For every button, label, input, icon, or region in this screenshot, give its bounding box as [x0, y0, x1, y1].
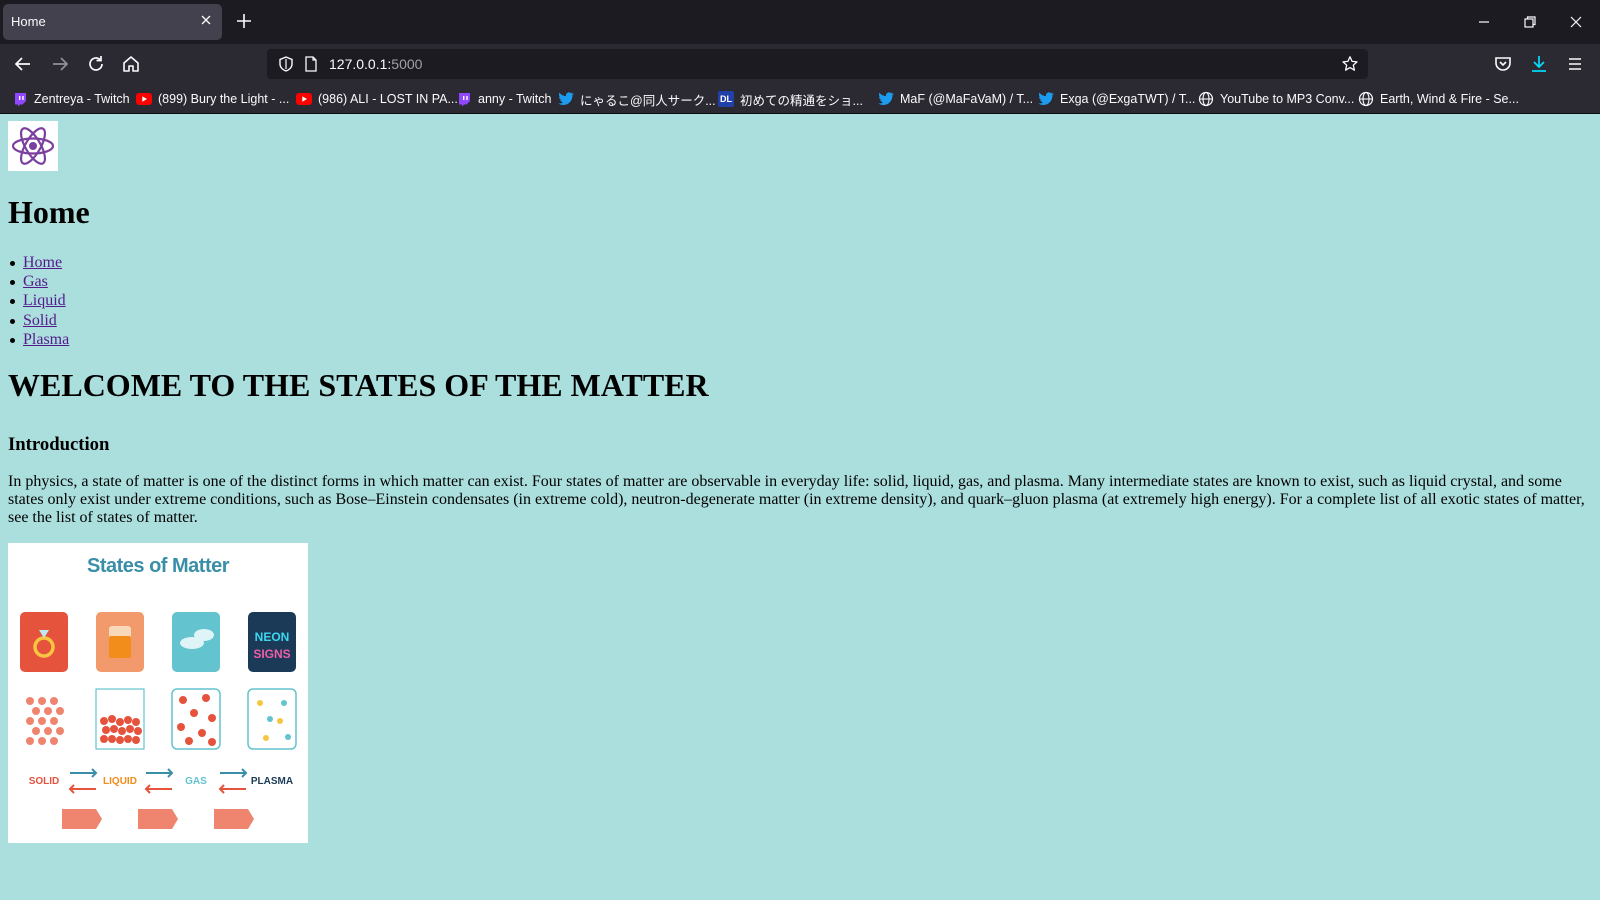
twitter-icon — [1038, 91, 1054, 107]
navigation-toolbar: 127.0.0.1:5000 — [0, 44, 1600, 84]
tab-bar: Home — [0, 0, 1600, 44]
twitter-icon — [878, 91, 894, 107]
page-content: Home Home Gas Liquid Solid Plasma WELCOM… — [0, 113, 1600, 900]
minimize-icon[interactable] — [1474, 12, 1494, 32]
address-bar[interactable]: 127.0.0.1:5000 — [267, 49, 1368, 79]
nav-link-gas[interactable]: Gas — [23, 273, 48, 290]
bookmark-item[interactable]: DL 初めての精通をショ... — [718, 90, 863, 108]
label-gas: GAS — [185, 776, 207, 787]
bookmark-label: Earth, Wind & Fire - Se... — [1380, 92, 1519, 106]
bookmark-item[interactable]: (899) Bury the Light - ... — [136, 90, 289, 108]
welcome-heading: WELCOME TO THE STATES OF THE MATTER — [8, 367, 709, 403]
pocket-icon[interactable] — [1492, 53, 1514, 75]
twitch-icon — [12, 91, 28, 107]
states-illustration: NEON SIGNS SOLID LIQUID GAS PLASMA — [20, 612, 297, 829]
nav-item-gas: Gas — [8, 272, 69, 291]
page-icon — [302, 55, 320, 73]
nav-item-home: Home — [8, 253, 69, 272]
bookmark-label: YouTube to MP3 Conv... — [1220, 92, 1355, 106]
bookmarks-toolbar: Zentreya - Twitch (899) Bury the Light -… — [0, 84, 1600, 114]
globe-icon — [1198, 91, 1214, 107]
url-host: 127.0.0.1: — [329, 56, 392, 72]
intro-heading: Introduction — [8, 434, 110, 455]
youtube-icon — [136, 91, 152, 107]
states-of-matter-image: States of Matter NEON SIGNS SOLID LIQUID… — [8, 543, 308, 843]
bookmark-item[interactable]: anny - Twitch — [456, 90, 551, 108]
label-solid: SOLID — [29, 776, 60, 787]
label-plasma: PLASMA — [251, 776, 293, 787]
tab-home[interactable]: Home — [3, 4, 222, 40]
url-port: 5000 — [391, 56, 423, 72]
globe-icon — [1358, 91, 1374, 107]
browser-chrome: Home 127.0.0.1:5000 Zentreya - Twitch (8… — [0, 0, 1600, 114]
nav-link-plasma[interactable]: Plasma — [23, 331, 69, 348]
bookmark-label: (899) Bury the Light - ... — [158, 92, 290, 106]
forward-icon[interactable] — [49, 53, 71, 75]
intro-paragraph: In physics, a state of matter is one of … — [8, 473, 1585, 526]
nav-item-liquid: Liquid — [8, 291, 69, 310]
bookmark-label: MaF (@MaFaVaM) / T... — [900, 92, 1034, 106]
tab-title: Home — [11, 14, 46, 29]
bookmark-item[interactable]: Zentreya - Twitch — [12, 90, 130, 108]
bookmark-item[interactable]: Earth, Wind & Fire - Se... — [1358, 90, 1519, 108]
downloads-icon[interactable] — [1528, 53, 1550, 75]
bookmark-item[interactable]: にゃるこ@同人サーク... — [558, 90, 716, 108]
bookmark-item[interactable]: (986) ALI - LOST IN PA... — [296, 90, 458, 108]
bookmark-item[interactable]: Exga (@ExgaTWT) / T... — [1038, 90, 1195, 108]
nav-link-liquid[interactable]: Liquid — [23, 292, 66, 309]
bookmark-label: anny - Twitch — [478, 92, 552, 106]
bookmark-item[interactable]: MaF (@MaFaVaM) / T... — [878, 90, 1033, 108]
site-nav: Home Gas Liquid Solid Plasma — [8, 253, 69, 349]
nav-item-plasma: Plasma — [8, 330, 69, 349]
menu-icon[interactable] — [1564, 53, 1586, 75]
dlsite-icon: DL — [718, 91, 734, 107]
bookmark-label: Zentreya - Twitch — [34, 92, 130, 106]
shield-icon[interactable] — [277, 55, 295, 73]
neon-text-2: SIGNS — [253, 647, 290, 661]
url-text[interactable]: 127.0.0.1:5000 — [329, 56, 422, 72]
page-title: Home — [8, 194, 90, 230]
reload-icon[interactable] — [85, 53, 107, 75]
neon-text-1: NEON — [255, 630, 290, 644]
back-icon[interactable] — [12, 53, 34, 75]
close-window-icon[interactable] — [1566, 12, 1586, 32]
bookmark-label: Exga (@ExgaTWT) / T... — [1060, 92, 1196, 106]
nav-item-solid: Solid — [8, 311, 69, 330]
bookmark-item[interactable]: YouTube to MP3 Conv... — [1198, 90, 1354, 108]
atom-logo-icon — [8, 121, 58, 171]
nav-link-home[interactable]: Home — [23, 254, 62, 271]
home-icon[interactable] — [120, 53, 142, 75]
nav-link-solid[interactable]: Solid — [23, 312, 57, 329]
twitter-icon — [558, 91, 574, 107]
twitch-icon — [456, 91, 472, 107]
bookmark-label: にゃるこ@同人サーク... — [580, 93, 716, 108]
new-tab-icon[interactable] — [234, 11, 254, 31]
restore-icon[interactable] — [1520, 12, 1540, 32]
bookmark-label: 初めての精通をショ... — [740, 93, 863, 108]
label-liquid: LIQUID — [103, 776, 137, 787]
bookmark-label: (986) ALI - LOST IN PA... — [318, 92, 458, 106]
bookmark-star-icon[interactable] — [1341, 55, 1359, 73]
youtube-icon — [296, 91, 312, 107]
close-tab-icon[interactable] — [198, 12, 214, 28]
